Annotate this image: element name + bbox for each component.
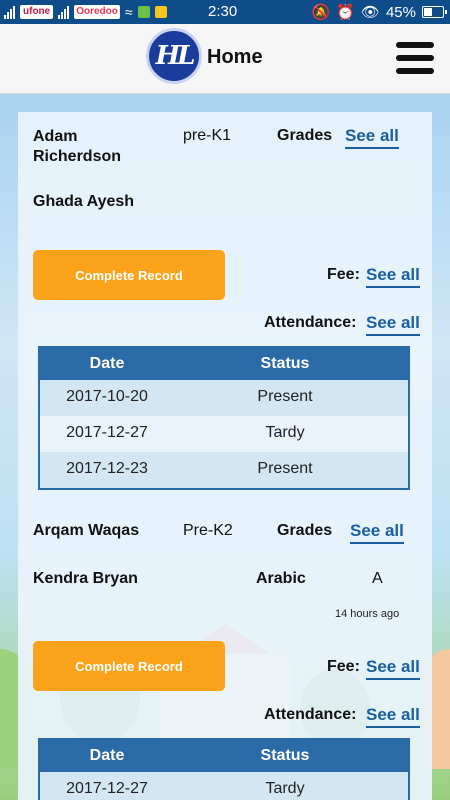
status-column-header: Status — [260, 355, 310, 372]
fee-label: Fee: — [327, 658, 360, 675]
alarm-icon: ⏰ — [336, 4, 355, 21]
app-bar: HL Home — [0, 24, 450, 94]
attendance-see-all-link[interactable]: See all — [366, 705, 420, 728]
student-class: pre-K1 — [183, 127, 232, 144]
signal-icon — [4, 5, 15, 19]
wifi-icon: ≈ — [124, 4, 133, 20]
timestamp: 14 hours ago — [335, 608, 400, 620]
subject-name: Arabic — [256, 570, 306, 587]
attendance-date: 2017-10-20 — [66, 388, 148, 405]
student-card: Adam Richerdson pre-K1 Grades See all Gh… — [18, 112, 432, 508]
hamburger-menu-icon[interactable] — [396, 42, 434, 74]
signal-icon-2 — [58, 5, 70, 19]
fee-label: Fee: — [327, 266, 360, 283]
status-bar: ufone Ooredoo ≈ 2:30 🔕 ⏰ 👁 45% — [0, 0, 450, 24]
table-row: 2017-10-20 Present — [40, 380, 408, 416]
battery-fill — [424, 8, 432, 16]
table-row: 2017-12-27 Tardy — [40, 772, 408, 800]
attendance-see-all-link[interactable]: See all — [366, 313, 420, 336]
eye-icon: 👁 — [360, 4, 380, 21]
teacher-name: Ghada Ayesh — [33, 193, 135, 210]
table-header: Date Status — [40, 348, 408, 380]
status-right: 🔕 ⏰ 👁 45% — [311, 3, 447, 21]
app-notification-icon-2 — [154, 6, 167, 18]
mute-bell-icon: 🔕 — [311, 4, 331, 21]
teacher-name: Kendra Bryan — [33, 570, 138, 587]
student-card: Arqam Waqas Pre-K2 Grades See all Kendra… — [18, 508, 432, 800]
grades-see-all-link[interactable]: See all — [350, 521, 404, 544]
student-class: Pre-K2 — [183, 522, 233, 539]
attendance-status: Tardy — [265, 424, 305, 441]
attendance-label: Attendance: — [264, 706, 357, 723]
table-header: Date Status — [40, 740, 408, 772]
clock: 2:30 — [208, 3, 238, 20]
attendance-table: Date Status 2017-12-27 Tardy — [38, 738, 410, 800]
grades-label: Grades — [277, 522, 333, 539]
battery-percent: 45% — [385, 3, 416, 21]
page-title: Home — [207, 46, 263, 68]
attendance-status: Present — [257, 460, 313, 477]
subject-grade: A — [372, 570, 383, 587]
attendance-date: 2017-12-23 — [66, 460, 148, 477]
attendance-date: 2017-12-27 — [66, 780, 148, 797]
date-column-header: Date — [89, 355, 125, 372]
student-name: Adam Richerdson — [33, 128, 122, 165]
table-row: 2017-12-27 Tardy — [40, 416, 408, 452]
attendance-label: Attendance: — [264, 314, 357, 331]
app-notification-icon — [137, 6, 150, 18]
fee-see-all-link[interactable]: See all — [366, 657, 420, 680]
complete-record-button[interactable]: Complete Record — [33, 250, 225, 300]
carrier2-label: Ooredoo — [74, 5, 120, 19]
carrier-label: ufone — [20, 5, 54, 19]
attendance-status: Tardy — [265, 780, 305, 797]
attendance-table: Date Status 2017-10-20 Present 2017-12-2… — [38, 346, 410, 490]
app-logo[interactable]: HL — [146, 28, 202, 84]
status-column-header: Status — [260, 747, 310, 764]
student-name: Arqam Waqas — [33, 522, 140, 539]
grades-label: Grades — [277, 127, 333, 144]
attendance-status: Present — [257, 388, 313, 405]
grades-see-all-link[interactable]: See all — [345, 126, 399, 149]
attendance-date: 2017-12-27 — [66, 424, 148, 441]
complete-record-button[interactable]: Complete Record — [33, 641, 225, 691]
battery-icon — [422, 6, 447, 18]
fee-see-all-link[interactable]: See all — [366, 265, 420, 288]
status-left: ufone Ooredoo ≈ — [4, 3, 167, 21]
logo-text: HL — [155, 41, 196, 71]
date-column-header: Date — [89, 747, 125, 764]
table-row: 2017-12-23 Present — [40, 452, 408, 488]
